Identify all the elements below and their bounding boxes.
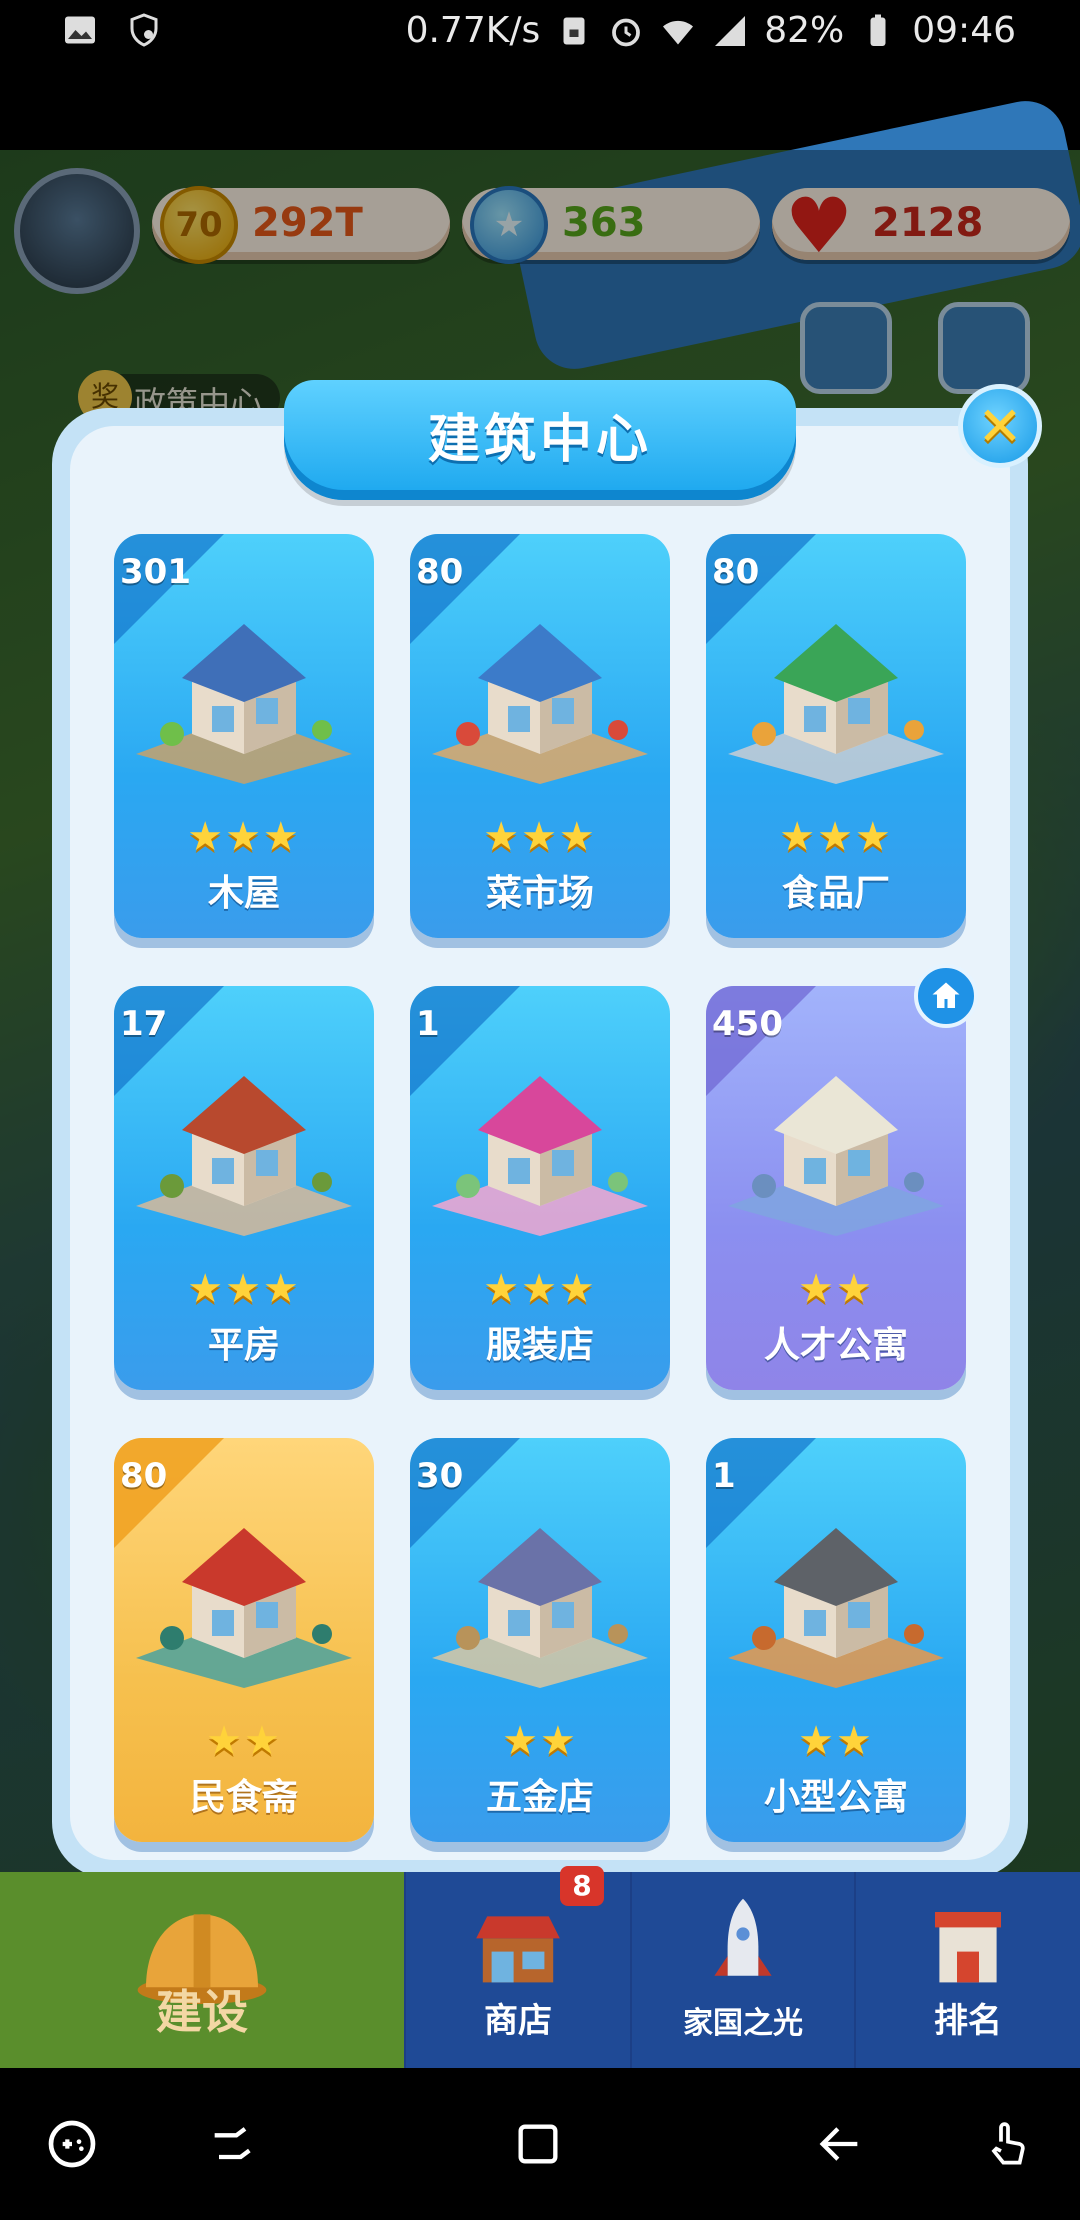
building-count: 17 [120, 1004, 168, 1044]
back-arrow-icon [819, 2127, 858, 2161]
modal-title-banner: 建筑中心 [284, 380, 796, 500]
building-count: 301 [120, 552, 191, 592]
nav-rank[interactable]: 排名 [856, 1872, 1080, 2068]
shop-icon [476, 1916, 560, 1983]
building-count: 80 [120, 1456, 168, 1496]
building-count: 450 [712, 1004, 783, 1044]
building-illustration [136, 1528, 352, 1688]
star-rating: ★★★ [483, 1266, 597, 1312]
bottom-nav: 建设 商店 家国之光 排名 [0, 1872, 1080, 2068]
building-illustration [432, 1528, 648, 1688]
building-name: 平房 [207, 1325, 280, 1366]
star-rating: ★★ [206, 1718, 282, 1764]
android-nav-bar [0, 2068, 1080, 2220]
building-card[interactable]: 1 ★★ 小型公寓 [706, 1438, 966, 1842]
building-name: 菜市场 [485, 873, 594, 914]
building-card[interactable]: 17 ★★★ 平房 [114, 986, 374, 1390]
signal-icon [715, 15, 746, 46]
star-rating: ★★ [798, 1718, 874, 1764]
building-count: 1 [712, 1456, 736, 1496]
close-icon: ✕ [977, 394, 1023, 458]
star-rating: ★★ [798, 1266, 874, 1312]
tap-hand-icon [991, 2122, 1025, 2165]
back-button[interactable] [804, 2108, 876, 2180]
battery-percent: 82% [764, 10, 845, 51]
building-illustration [136, 1076, 352, 1236]
status-bar: 0.77K/s 82% 09:46 [0, 0, 1080, 64]
battery-icon [870, 14, 886, 46]
building-card[interactable]: 450 ★★ 人才公寓 [706, 986, 966, 1390]
building-name: 民食斋 [189, 1777, 298, 1818]
building-name: 食品厂 [781, 873, 890, 914]
ranking-building-icon [935, 1912, 1001, 1983]
nav-shop-label: 商店 [484, 2001, 552, 2041]
building-illustration [432, 624, 648, 784]
star-rating: ★★★ [779, 814, 893, 860]
alarm-icon [612, 18, 641, 46]
recent-apps-button[interactable] [196, 2108, 268, 2180]
home-icon[interactable] [914, 964, 978, 1028]
star-rating: ★★★ [187, 814, 301, 860]
building-card[interactable]: 80 ★★★ 菜市场 [410, 534, 670, 938]
sim-lock-icon [563, 17, 585, 44]
building-card[interactable]: 80 ★★★ 食品厂 [706, 534, 966, 938]
modal-title: 建筑中心 [427, 410, 652, 470]
home-square-icon [518, 2124, 558, 2164]
star-rating: ★★★ [483, 814, 597, 860]
game-tools-button[interactable] [36, 2108, 108, 2180]
network-speed: 0.77K/s [405, 10, 541, 51]
building-card[interactable]: 30 ★★ 五金店 [410, 1438, 670, 1842]
gamepad-icon [48, 2120, 96, 2168]
wifi-icon [663, 20, 694, 44]
screen: { "status_bar": { "network_speed": "0.77… [0, 0, 1080, 2220]
star-rating: ★★ [502, 1718, 578, 1764]
building-name: 木屋 [207, 873, 280, 914]
building-count: 30 [416, 1456, 464, 1496]
clock: 09:46 [912, 10, 1016, 51]
vpn-key-icon [130, 13, 158, 47]
building-illustration [432, 1076, 648, 1236]
building-card[interactable]: 1 ★★★ 服装店 [410, 986, 670, 1390]
building-illustration [728, 1076, 944, 1236]
close-button[interactable]: ✕ [958, 384, 1042, 468]
home-button[interactable] [502, 2108, 574, 2180]
building-card[interactable]: 80 ★★ 民食斋 [114, 1438, 374, 1842]
star-rating: ★★★ [187, 1266, 301, 1312]
nav-build[interactable]: 建设 [0, 1872, 404, 2068]
building-name: 人才公寓 [763, 1325, 908, 1366]
building-name: 小型公寓 [763, 1777, 908, 1818]
image-icon [65, 16, 95, 44]
nav-rank-label: 排名 [934, 2001, 1002, 2041]
nav-country-label: 家国之光 [683, 2006, 803, 2041]
rocket-icon [714, 1898, 772, 1976]
nav-country-glory[interactable]: 家国之光 [632, 1872, 854, 2068]
recent-apps-icon [214, 2127, 251, 2160]
building-name: 服装店 [485, 1325, 594, 1366]
building-count: 80 [712, 552, 760, 592]
shop-notification-badge: 8 [560, 1866, 604, 1906]
building-count: 80 [416, 552, 464, 592]
building-illustration [136, 624, 352, 784]
building-name: 五金店 [485, 1777, 594, 1818]
building-count: 1 [416, 1004, 440, 1044]
building-card[interactable]: 301 ★★★ 木屋 [114, 534, 374, 938]
building-illustration [728, 624, 944, 784]
building-illustration [728, 1528, 944, 1688]
nav-build-label: 建设 [156, 1985, 248, 2039]
touch-assist-button[interactable] [972, 2108, 1044, 2180]
